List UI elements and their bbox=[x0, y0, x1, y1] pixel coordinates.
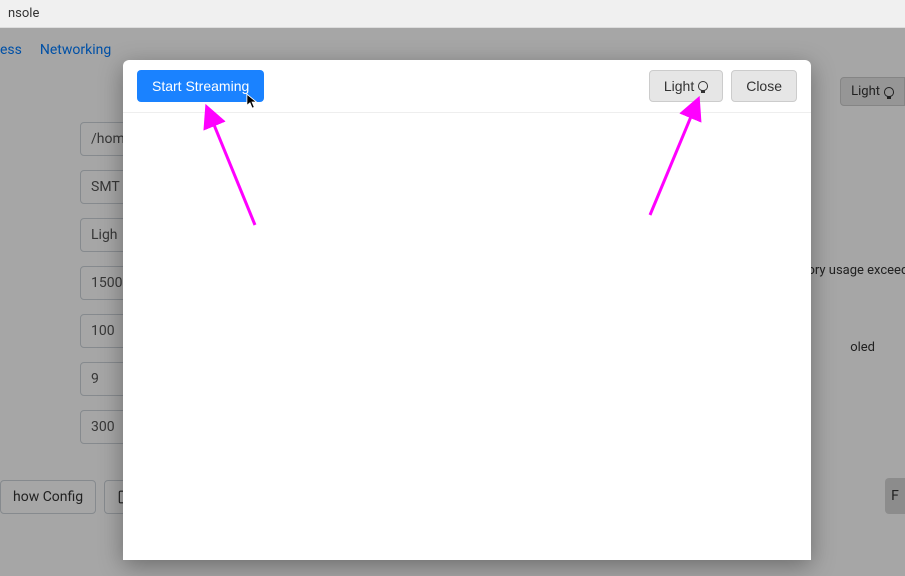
close-button[interactable]: Close bbox=[731, 70, 797, 102]
start-streaming-button[interactable]: Start Streaming bbox=[137, 70, 264, 102]
streaming-modal: Start Streaming Light Close bbox=[123, 60, 811, 560]
window-title: nsole bbox=[8, 6, 39, 21]
modal-header: Start Streaming Light Close bbox=[123, 60, 811, 113]
lightbulb-icon bbox=[698, 81, 708, 91]
modal-header-right: Light Close bbox=[649, 70, 797, 102]
modal-body bbox=[123, 113, 811, 560]
modal-theme-button[interactable]: Light bbox=[649, 70, 723, 102]
window-titlebar: nsole bbox=[0, 0, 905, 28]
